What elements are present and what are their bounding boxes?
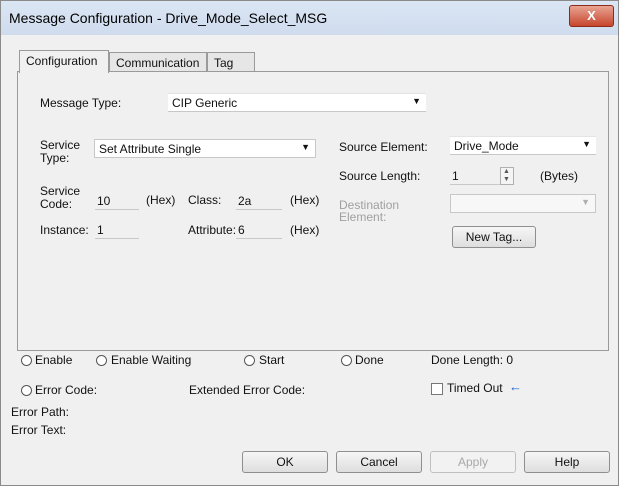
extended-error-code-label: Extended Error Code:: [189, 383, 306, 397]
help-button[interactable]: Help: [524, 451, 610, 473]
message-type-value: CIP Generic: [172, 96, 238, 110]
service-code-label: Service: [40, 184, 81, 198]
tab-communication[interactable]: Communication: [109, 52, 207, 72]
window-title: Message Configuration - Drive_Mode_Selec…: [9, 10, 328, 26]
destination-element-label-2: Element:: [339, 210, 387, 224]
tab-configuration[interactable]: Configuration: [19, 50, 109, 73]
source-element-label: Source Element:: [339, 140, 428, 154]
instance-value: 1: [97, 223, 104, 237]
done-label: Done: [355, 353, 384, 367]
tab-tag[interactable]: Tag: [207, 52, 255, 72]
attribute-field[interactable]: 6: [236, 221, 282, 239]
service-code-label-2: Code:: [40, 197, 73, 211]
class-field[interactable]: 2a: [236, 192, 282, 210]
ok-button[interactable]: OK: [242, 451, 328, 473]
timed-out-label: Timed Out: [447, 381, 503, 395]
start-label: Start: [259, 353, 285, 367]
hex-label: (Hex): [290, 223, 320, 237]
message-type-dropdown[interactable]: CIP Generic ▼: [168, 93, 426, 112]
error-text-label: Error Text:: [11, 423, 67, 437]
spin-up-icon: ▲: [503, 168, 510, 175]
new-tag-button[interactable]: New Tag...: [452, 226, 536, 248]
hex-label: (Hex): [290, 193, 320, 207]
close-button[interactable]: X: [569, 5, 614, 27]
source-length-field[interactable]: 1: [450, 167, 500, 185]
error-code-radio: [21, 385, 32, 396]
attribute-value: 6: [238, 223, 245, 237]
enable-waiting-radio: [96, 355, 107, 366]
source-element-dropdown[interactable]: Drive_Mode ▼: [450, 136, 596, 155]
chevron-down-icon: ▼: [581, 197, 590, 207]
message-configuration-dialog: Message Configuration - Drive_Mode_Selec…: [0, 0, 619, 486]
service-code-field[interactable]: 10: [95, 192, 139, 210]
chevron-down-icon: ▼: [412, 96, 421, 106]
source-length-label: Source Length:: [339, 169, 421, 183]
configuration-panel: Message Type: CIP Generic ▼ Service Type…: [17, 71, 609, 351]
service-type-label-2: Type:: [40, 151, 70, 165]
source-length-spinner[interactable]: ▲ ▼: [500, 167, 514, 185]
timed-out-checkbox: [431, 383, 443, 395]
source-length-value: 1: [452, 169, 459, 183]
attribute-label: Attribute:: [188, 223, 237, 237]
enable-label: Enable: [35, 353, 73, 367]
enable-radio: [21, 355, 32, 366]
error-code-label: Error Code:: [35, 383, 98, 397]
service-type-dropdown[interactable]: Set Attribute Single ▼: [94, 139, 316, 158]
message-type-label: Message Type:: [40, 96, 122, 110]
spin-down-icon: ▼: [503, 176, 510, 183]
cancel-button[interactable]: Cancel: [336, 451, 422, 473]
destination-element-dropdown[interactable]: ▼: [450, 194, 596, 213]
class-value: 2a: [238, 194, 252, 208]
hex-label: (Hex): [146, 193, 176, 207]
start-radio: [244, 355, 255, 366]
instance-label: Instance:: [40, 223, 89, 237]
error-path-label: Error Path:: [11, 405, 70, 419]
chevron-down-icon: ▼: [582, 139, 591, 149]
source-element-value: Drive_Mode: [454, 139, 519, 153]
apply-button[interactable]: Apply: [430, 451, 516, 473]
service-type-label: Service: [40, 138, 81, 152]
enable-waiting-label: Enable Waiting: [111, 353, 192, 367]
class-label: Class:: [188, 193, 222, 207]
left-arrow-icon: ←: [509, 379, 522, 394]
chevron-down-icon: ▼: [301, 142, 310, 152]
title-bar: Message Configuration - Drive_Mode_Selec…: [1, 1, 618, 35]
instance-field[interactable]: 1: [95, 221, 139, 239]
service-code-value: 10: [97, 194, 111, 208]
done-length-label: Done Length: 0: [431, 353, 514, 367]
done-radio: [341, 355, 352, 366]
service-type-value: Set Attribute Single: [99, 142, 202, 156]
bytes-label: (Bytes): [540, 169, 579, 183]
close-icon: X: [587, 8, 596, 23]
